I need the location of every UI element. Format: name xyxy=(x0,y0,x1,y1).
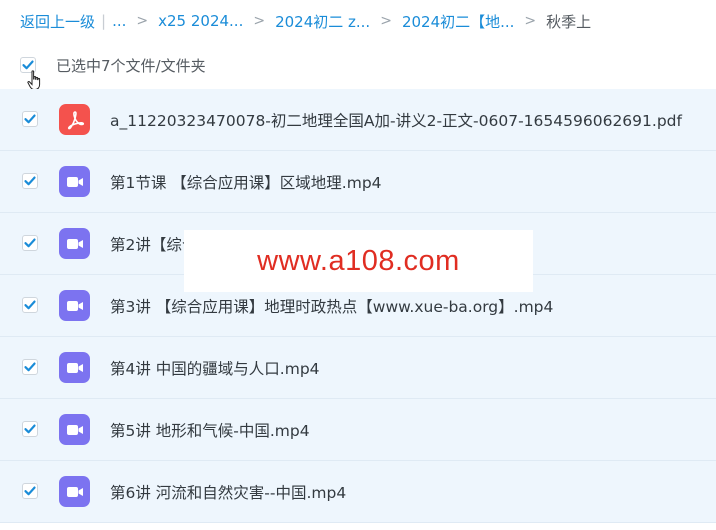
file-row[interactable]: a_11220323470078-初二地理全国A加-讲义2-正文-0607-16… xyxy=(0,89,716,151)
selection-count-label: 已选中7个文件/文件夹 xyxy=(56,56,206,75)
breadcrumb-divider: | xyxy=(101,12,107,30)
breadcrumb-item[interactable]: x25 2024... xyxy=(158,12,243,30)
video-icon xyxy=(59,228,90,259)
check-icon xyxy=(24,362,36,372)
file-checkbox[interactable] xyxy=(22,235,38,251)
selection-header: 已选中7个文件/文件夹 xyxy=(20,52,206,78)
file-name[interactable]: 第6讲 河流和自然灾害--中国.mp4 xyxy=(110,481,346,503)
breadcrumb-current: 秋季上 xyxy=(546,12,592,31)
file-checkbox[interactable] xyxy=(22,297,38,313)
watermark-text: www.a108.com xyxy=(257,244,460,277)
breadcrumb-ellipsis[interactable]: ... xyxy=(112,12,126,30)
breadcrumb-item[interactable]: 2024初二【地... xyxy=(402,11,514,32)
breadcrumb-arrow-icon: > xyxy=(253,13,266,29)
file-checkbox[interactable] xyxy=(22,111,38,127)
video-icon xyxy=(59,476,90,507)
pdf-icon xyxy=(59,104,90,135)
check-icon xyxy=(24,114,36,124)
check-icon xyxy=(24,300,36,310)
check-icon xyxy=(24,238,36,248)
file-list: a_11220323470078-初二地理全国A加-讲义2-正文-0607-16… xyxy=(0,89,716,523)
video-icon xyxy=(59,166,90,197)
file-row[interactable]: 第6讲 河流和自然灾害--中国.mp4 xyxy=(0,461,716,523)
file-checkbox[interactable] xyxy=(22,421,38,437)
file-checkbox[interactable] xyxy=(22,483,38,499)
file-row[interactable]: 第1节课 【综合应用课】区域地理.mp4 xyxy=(0,151,716,213)
file-name[interactable]: 第4讲 中国的疆域与人口.mp4 xyxy=(110,357,320,379)
check-icon xyxy=(24,176,36,186)
video-icon xyxy=(59,290,90,321)
file-name[interactable]: 第1节课 【综合应用课】区域地理.mp4 xyxy=(110,171,382,193)
file-name[interactable]: a_11220323470078-初二地理全国A加-讲义2-正文-0607-16… xyxy=(110,109,682,131)
file-name[interactable]: 第5讲 地形和气候-中国.mp4 xyxy=(110,419,310,441)
back-link[interactable]: 返回上一级 xyxy=(20,11,95,32)
video-icon xyxy=(59,352,90,383)
check-icon xyxy=(24,424,36,434)
check-icon xyxy=(24,486,36,496)
file-name[interactable]: 第3讲 【综合应用课】地理时政热点【www.xue-ba.org】.mp4 xyxy=(110,295,553,317)
video-icon xyxy=(59,414,90,445)
breadcrumb-arrow-icon: > xyxy=(136,13,149,29)
file-checkbox[interactable] xyxy=(22,359,38,375)
breadcrumb-arrow-icon: > xyxy=(524,13,537,29)
file-row[interactable]: 第4讲 中国的疆域与人口.mp4 xyxy=(0,337,716,399)
breadcrumb: 返回上一级 | ... > x25 2024... > 2024初二 z... … xyxy=(20,10,591,32)
breadcrumb-arrow-icon: > xyxy=(380,13,392,29)
watermark: www.a108.com xyxy=(184,230,533,292)
breadcrumb-item[interactable]: 2024初二 z... xyxy=(275,11,370,32)
file-row[interactable]: 第5讲 地形和气候-中国.mp4 xyxy=(0,399,716,461)
file-checkbox[interactable] xyxy=(22,173,38,189)
